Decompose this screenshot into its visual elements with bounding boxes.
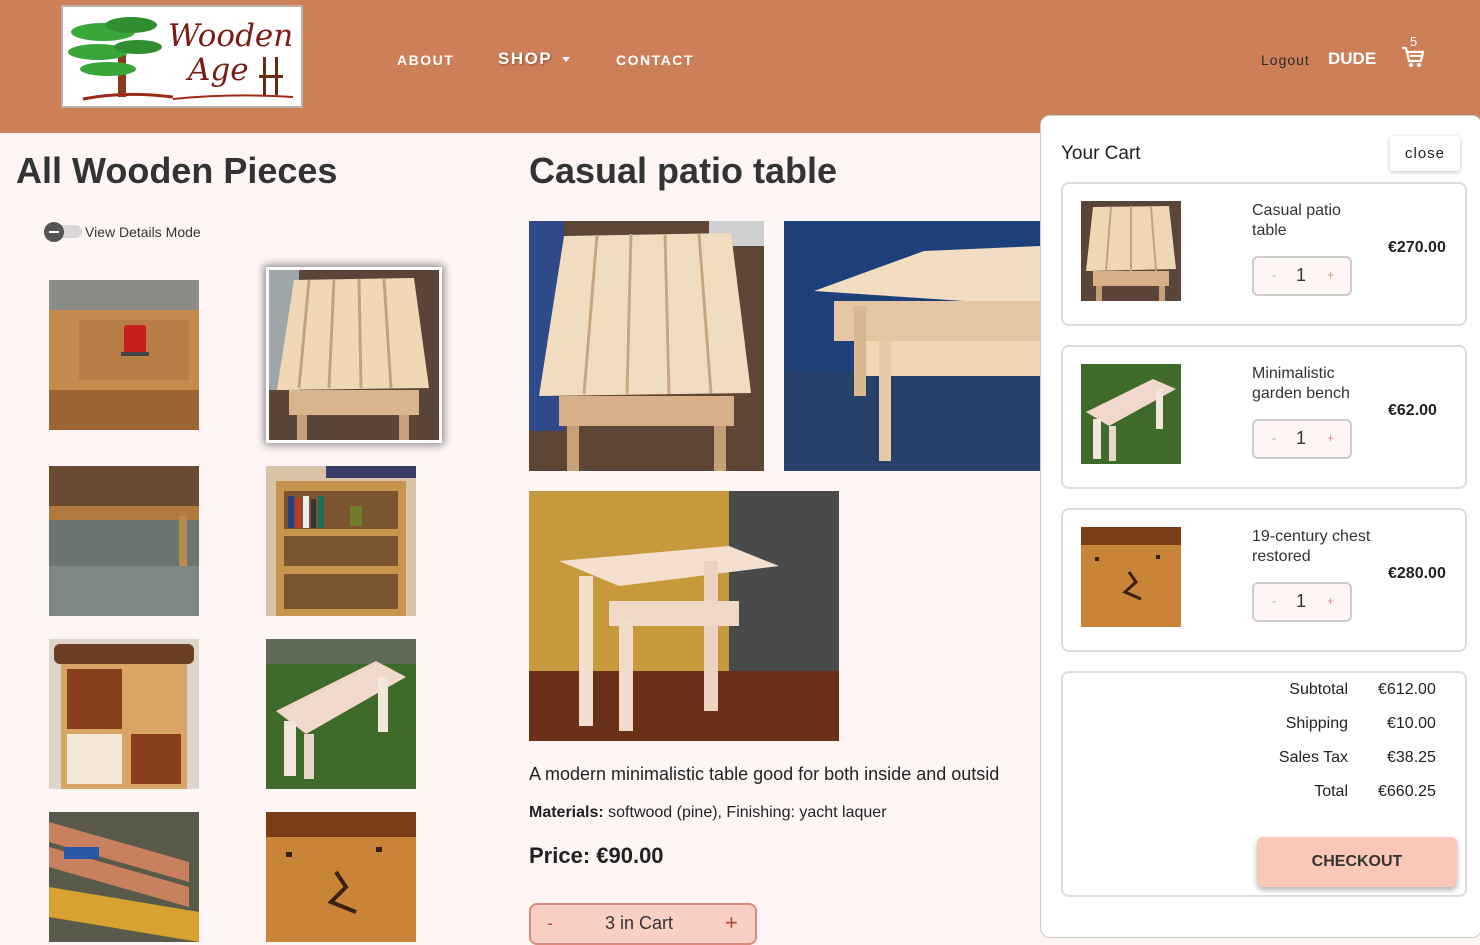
cart-title: Your Cart (1061, 143, 1141, 164)
product-image (269, 270, 439, 440)
cart-item-image (1081, 364, 1181, 464)
cart-icon (1402, 46, 1425, 67)
product-title: Casual patio table (529, 150, 838, 191)
tax-value: €38.25 (1387, 749, 1436, 766)
product-photo-2[interactable] (784, 221, 1040, 471)
chevron-down-icon (562, 56, 571, 62)
logout-link[interactable]: Logout (1261, 52, 1310, 68)
logo-text: Wooden Age (168, 19, 293, 87)
product-image (49, 639, 199, 789)
cart-item: Casual patio table - 1 + €270.00 (1061, 182, 1467, 326)
nav-about[interactable]: ABOUT (397, 52, 454, 68)
thumbnail-painted-bench[interactable] (49, 812, 199, 942)
cart-quantity-label: 3 in Cart (605, 913, 674, 933)
cart-item-price: €270.00 (1388, 239, 1446, 256)
product-photo-3[interactable] (529, 491, 839, 741)
increase-button[interactable]: + (1327, 594, 1334, 608)
product-image (49, 812, 199, 942)
thumbnail-cabinet[interactable] (49, 639, 199, 789)
cart-item: Minimalistic garden bench - 1 + €62.00 (1061, 345, 1467, 489)
cart-totals: Subtotal €612.00 Shipping €10.00 Sales T… (1061, 671, 1467, 897)
materials-label: Materials: (529, 804, 604, 821)
product-image (49, 466, 199, 616)
thumbnail-patio-table[interactable] (266, 267, 442, 443)
decrease-button[interactable]: - (1272, 268, 1276, 282)
decrease-button[interactable]: - (1272, 594, 1276, 608)
decrease-button[interactable]: - (1272, 431, 1276, 445)
nav-shop-label: SHOP (498, 49, 552, 68)
quantity-value: 1 (1296, 265, 1307, 285)
total-row: Total €660.25 (1063, 783, 1465, 805)
site-header: Wooden Age ABOUT SHOP CONTACT Logout DUD… (0, 0, 1480, 133)
cart-item-price: €62.00 (1388, 402, 1437, 419)
product-description: A modern minimalistic table good for bot… (529, 764, 1000, 784)
cart-item-name: 19-century chest restored (1252, 528, 1371, 565)
toggle-knob (44, 222, 64, 242)
shipping-label: Shipping (1285, 715, 1348, 732)
logo-line-1: Wooden (168, 18, 294, 54)
quantity-stepper: - 1 + (1252, 419, 1352, 459)
total-label: Total (1314, 783, 1348, 800)
checkout-button[interactable]: CHECKOUT (1257, 837, 1457, 887)
subtotal-value: €612.00 (1378, 681, 1436, 698)
cart-panel: Your Cart close Casual patio table - 1 +… (1040, 115, 1480, 938)
view-details-label: View Details Mode (85, 224, 201, 240)
tax-row: Sales Tax €38.25 (1063, 749, 1465, 771)
thumbnail-bookshelf[interactable] (266, 466, 416, 616)
thumbnail-garden-bench[interactable] (266, 639, 416, 789)
cart-item-name: Casual patio table (1252, 202, 1341, 239)
materials-text: softwood (pine), Finishing: yacht laquer (603, 804, 887, 821)
subtotal-row: Subtotal €612.00 (1063, 681, 1465, 703)
nav-contact[interactable]: CONTACT (616, 52, 694, 68)
quantity-stepper: - 1 + (1252, 256, 1352, 296)
cart-button[interactable] (1401, 46, 1425, 73)
quantity-value: 1 (1296, 591, 1307, 611)
decrease-button[interactable]: - (547, 913, 553, 934)
product-price: Price: €90.00 (529, 843, 664, 868)
thumbnail-chest[interactable] (266, 812, 416, 942)
wooden-age-logo[interactable]: Wooden Age (61, 5, 303, 108)
product-image (529, 491, 839, 741)
gallery-title: All Wooden Pieces (16, 150, 338, 191)
cart-item-name: Minimalistic garden bench (1252, 365, 1350, 402)
thumbnail-table-with-mug[interactable] (49, 280, 199, 430)
close-button[interactable]: close (1390, 136, 1460, 171)
quantity-value: 1 (1296, 428, 1307, 448)
user-name[interactable]: DUDE (1328, 49, 1376, 69)
total-value: €660.25 (1378, 783, 1436, 800)
product-image (266, 639, 416, 789)
cart-item: 19-century chest restored - 1 + €280.00 (1061, 508, 1467, 652)
cart-item-image (1081, 201, 1181, 301)
increase-button[interactable]: + (1327, 431, 1334, 445)
view-details-toggle[interactable] (44, 222, 82, 242)
cart-item-price: €280.00 (1388, 565, 1446, 582)
logo-line-2: Age (188, 52, 249, 88)
tax-label: Sales Tax (1278, 749, 1348, 766)
shipping-row: Shipping €10.00 (1063, 715, 1465, 737)
product-materials: Materials: softwood (pine), Finishing: y… (529, 804, 887, 822)
quantity-stepper: - 1 + (1252, 582, 1352, 622)
product-photo-1[interactable] (529, 221, 764, 471)
cart-item-image (1081, 527, 1181, 627)
product-image (266, 812, 416, 942)
product-image (784, 221, 1040, 471)
subtotal-label: Subtotal (1289, 681, 1348, 698)
shipping-value: €10.00 (1387, 715, 1436, 732)
product-image (266, 466, 416, 616)
nav-shop[interactable]: SHOP (498, 49, 571, 69)
product-image (529, 221, 764, 471)
product-image (49, 280, 199, 430)
increase-button[interactable]: + (725, 910, 738, 936)
increase-button[interactable]: + (1327, 268, 1334, 282)
product-cart-stepper: - 3 in Cart + (529, 903, 757, 945)
thumbnail-rustic-table[interactable] (49, 466, 199, 616)
